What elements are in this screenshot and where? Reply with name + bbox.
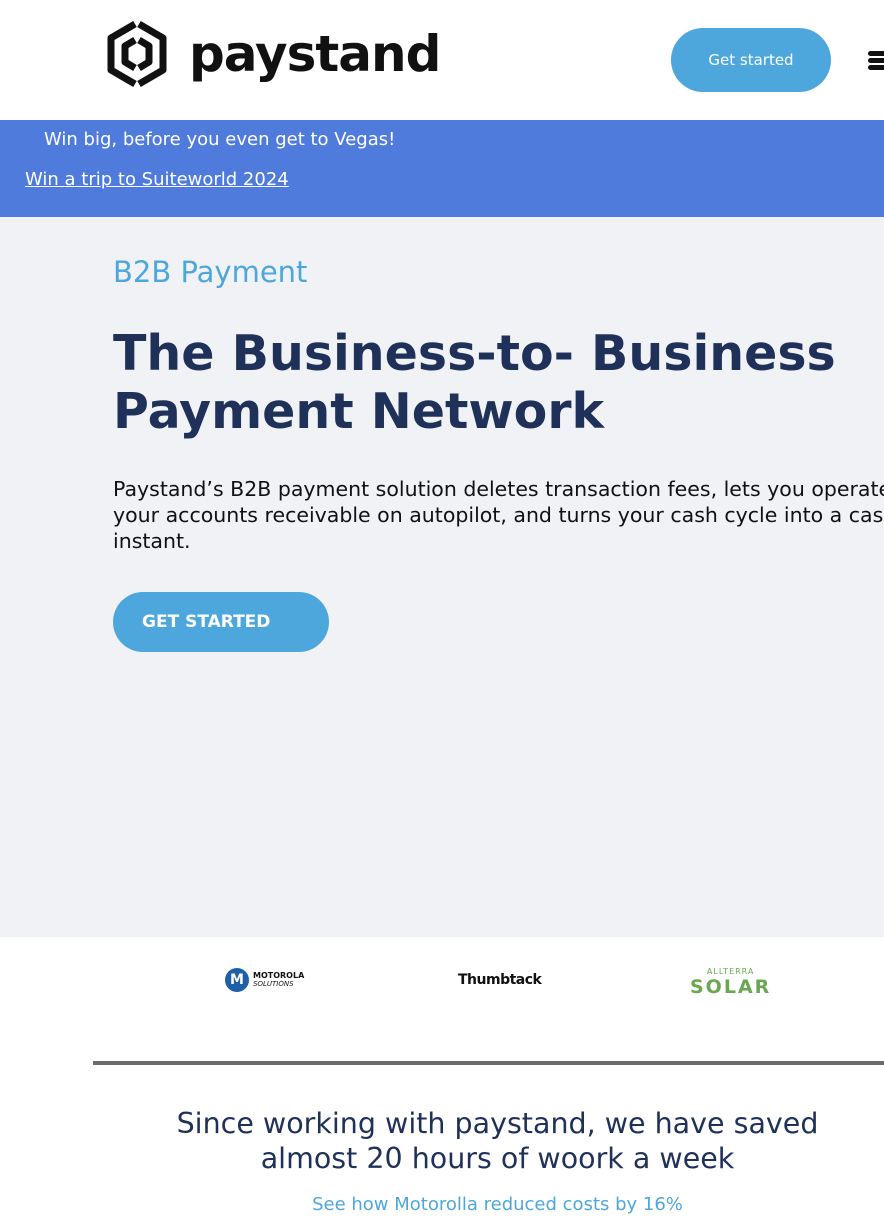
promo-banner: Win big, before you even get to Vegas! W…: [0, 120, 884, 217]
suiteworld-contest-link[interactable]: Win a trip to Suiteworld 2024: [25, 169, 289, 190]
motorola-wordmark-line: MOTOROLA: [253, 971, 305, 980]
client-logos: M MOTOROLA SOLUTIONS Thumbtack ALLTERRA …: [0, 937, 884, 1062]
section-divider: [93, 1061, 884, 1065]
allterra-solar-logo: ALLTERRA SOLAR: [690, 967, 771, 997]
hero-description-line: Paystand’s B2B payment solution deletes …: [113, 477, 884, 501]
testimonial-quote-line: almost 20 hours of woork a week: [260, 1142, 735, 1175]
banner-text: Win big, before you even get to Vegas!: [44, 129, 396, 150]
hero-section: B2B Payment The Business-to- Business Pa…: [0, 217, 884, 937]
hero-description-line: your accounts receivable on autopilot, a…: [113, 503, 884, 527]
logo-text: paystand: [189, 25, 441, 83]
motorola-solutions-logo: M MOTOROLA SOLUTIONS: [225, 968, 304, 992]
paystand-logo-mark-icon: [107, 20, 167, 88]
solar-wordmark: SOLAR: [690, 976, 772, 998]
testimonial-quote: Since working with paystand, we have sav…: [110, 1106, 884, 1176]
thumbtack-logo: Thumbtack: [458, 972, 542, 988]
hero-headline: The Business-to- Business Payment Networ…: [113, 325, 836, 440]
hero-get-started-button[interactable]: GET STARTED: [113, 592, 329, 652]
site-header: paystand Get started: [0, 0, 884, 120]
motorola-wordmark-line: SOLUTIONS: [253, 980, 294, 988]
testimonial-quote-line: Since working with paystand, we have sav…: [176, 1107, 819, 1140]
hamburger-menu-icon[interactable]: [866, 48, 884, 72]
paystand-logo[interactable]: paystand: [105, 20, 441, 88]
case-study-link[interactable]: See how Motorolla reduced costs by 16%: [110, 1194, 884, 1215]
motorola-wordmark: MOTOROLA SOLUTIONS: [253, 971, 305, 989]
motorola-mark-icon: M: [225, 968, 249, 992]
hero-description-line: instant.: [113, 529, 191, 553]
get-started-button[interactable]: Get started: [671, 28, 831, 92]
hero-eyebrow: B2B Payment: [113, 255, 308, 289]
hero-description: Paystand’s B2B payment solution deletes …: [113, 476, 884, 554]
